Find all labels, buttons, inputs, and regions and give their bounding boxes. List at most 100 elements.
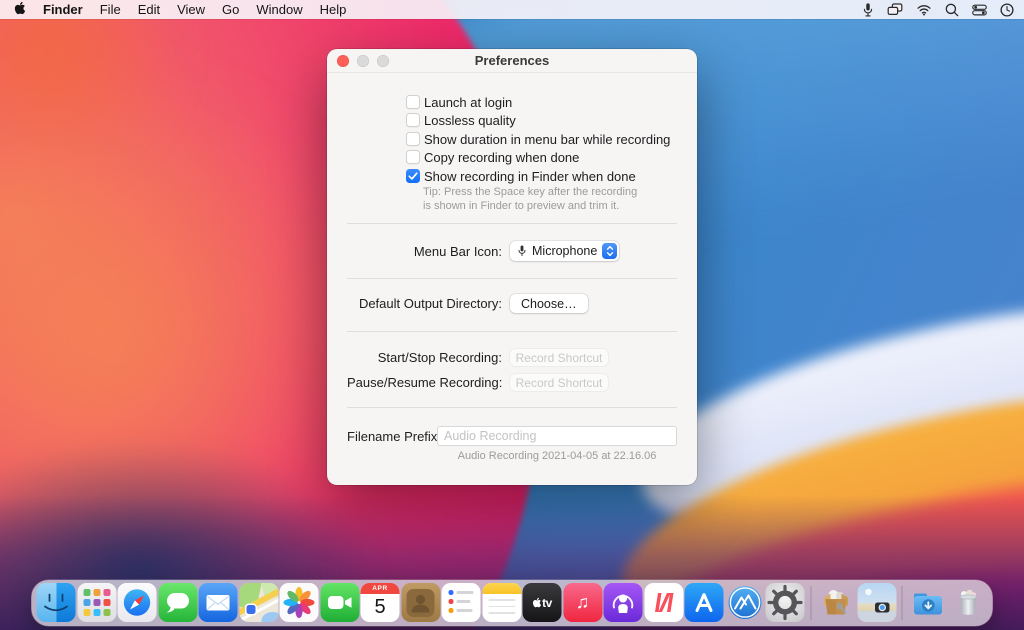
checkbox-label: Launch at login xyxy=(424,94,513,110)
motorway-shield xyxy=(246,605,255,614)
dock-item-downloads-folder[interactable] xyxy=(908,583,947,622)
dock-item-notes[interactable] xyxy=(482,583,521,622)
podcasts-person-icon xyxy=(612,594,634,613)
checkbox-checked[interactable] xyxy=(406,169,420,183)
record-shortcut-button: Record Shortcut xyxy=(510,374,608,391)
dock-item-tv[interactable]: tv xyxy=(522,583,562,622)
calendar-day: 5 xyxy=(374,596,386,618)
separator xyxy=(347,331,677,332)
menu-bar-icon-row: Menu Bar Icon: Microphone xyxy=(347,241,677,261)
menu-bar-icon-popup[interactable]: Microphone xyxy=(510,241,620,261)
menu-item-edit[interactable]: Edit xyxy=(138,2,160,17)
menu-item-view[interactable]: View xyxy=(177,2,205,17)
dock-item-calendar[interactable]: APR 5 xyxy=(360,583,400,622)
dock-item-mail[interactable] xyxy=(198,583,238,622)
notes-header xyxy=(482,583,521,594)
flower-icon xyxy=(283,587,315,618)
filename-prefix-label: Filename Prefix: xyxy=(347,428,441,444)
control-center-icon[interactable] xyxy=(972,4,987,16)
dock-item-maps[interactable] xyxy=(239,583,278,622)
checkbox-row-lossless-quality[interactable]: Lossless quality xyxy=(406,112,516,128)
choose-button[interactable]: Choose… xyxy=(510,294,588,313)
wifi-icon[interactable] xyxy=(916,3,932,16)
pause-resume-shortcut-row: Pause/Resume Recording: Record Shortcut xyxy=(347,374,677,391)
checkbox-unchecked[interactable] xyxy=(406,132,420,146)
apple-logo-icon xyxy=(532,597,541,608)
popup-chevrons-icon xyxy=(602,243,618,259)
dock-item-launchpad[interactable] xyxy=(77,583,116,622)
trash-can-icon xyxy=(959,589,977,615)
microphone-icon[interactable] xyxy=(862,2,874,18)
window-titlebar[interactable]: Preferences xyxy=(327,49,697,73)
music-note-icon: ♫ xyxy=(575,592,590,612)
start-stop-label: Start/Stop Recording: xyxy=(377,350,502,365)
pause-resume-label: Pause/Resume Recording: xyxy=(347,375,503,390)
start-stop-shortcut-row: Start/Stop Recording: Record Shortcut xyxy=(347,349,677,366)
video-camera-icon xyxy=(327,596,351,609)
menu-item-help[interactable]: Help xyxy=(320,2,347,17)
menu-bar-status-area xyxy=(862,2,1024,18)
spotlight-search-icon[interactable] xyxy=(945,3,959,17)
dock-item-photos[interactable] xyxy=(279,583,319,622)
dock-item-reminders[interactable] xyxy=(441,583,481,622)
checkbox-unchecked[interactable] xyxy=(406,95,420,109)
dock-item-news[interactable] xyxy=(644,583,683,622)
menu-item-go[interactable]: Go xyxy=(222,2,239,17)
dock-item-trash[interactable] xyxy=(949,583,988,622)
zoom-button xyxy=(377,55,389,67)
checkbox-row-copy-recording[interactable]: Copy recording when done xyxy=(406,149,579,165)
apple-logo-icon[interactable] xyxy=(14,1,26,18)
dock-item-music[interactable]: ♫ xyxy=(563,583,602,622)
dock-item-finder[interactable] xyxy=(36,583,76,622)
window-controls xyxy=(337,55,389,67)
filename-prefix-row: Filename Prefix: xyxy=(347,426,677,446)
output-directory-row: Default Output Directory: Choose… xyxy=(347,294,677,313)
menu-bar-left: Finder File Edit View Go Window Help xyxy=(0,1,346,18)
dock-item-safari[interactable] xyxy=(117,583,157,622)
output-directory-label: Default Output Directory: xyxy=(358,296,502,311)
filename-prefix-input[interactable] xyxy=(437,426,677,446)
menu-item-file[interactable]: File xyxy=(100,2,121,17)
dock-item-system-preferences[interactable] xyxy=(765,583,805,622)
filename-preview: Audio Recording 2021-04-05 at 22.16.06 xyxy=(457,450,657,462)
checkbox-row-show-in-finder[interactable]: Show recording in Finder when done xyxy=(406,168,636,184)
dock-item-mountain-app[interactable] xyxy=(725,583,764,622)
menu-item-finder[interactable]: Finder xyxy=(43,2,83,17)
checkbox-label: Show duration in menu bar while recordin… xyxy=(424,131,671,147)
dock-item-contacts[interactable] xyxy=(401,583,440,622)
close-button[interactable] xyxy=(337,55,349,67)
dock-item-archive-box-app[interactable] xyxy=(817,583,856,622)
gear-icon xyxy=(767,584,803,621)
checkbox-label: Show recording in Finder when done xyxy=(424,168,636,184)
separator xyxy=(347,223,677,224)
separator xyxy=(347,407,677,408)
checkbox-row-launch-at-login[interactable]: Launch at login xyxy=(406,94,512,110)
news-n-icon xyxy=(654,593,673,612)
record-shortcut-button: Record Shortcut xyxy=(510,349,608,366)
dock: APR 5 tv ♫ xyxy=(31,580,993,626)
envelope-icon xyxy=(206,595,230,611)
tv-label: tv xyxy=(542,595,552,610)
app-store-a-icon xyxy=(695,593,713,612)
menu-item-window[interactable]: Window xyxy=(256,2,302,17)
tip-line-1: Tip: Press the Space key after the recor… xyxy=(423,186,638,198)
dock-item-messages[interactable] xyxy=(158,583,197,622)
clock-icon[interactable] xyxy=(1000,2,1014,17)
downloads-folder-icon xyxy=(913,593,942,615)
menu-bar: Finder File Edit View Go Window Help xyxy=(0,0,1024,19)
dock-item-podcasts[interactable] xyxy=(603,583,643,622)
menu-bar-icon-label: Menu Bar Icon: xyxy=(413,243,502,259)
tip-text: Tip: Press the Space key after the recor… xyxy=(423,185,637,213)
dock-item-screenshot-app[interactable] xyxy=(857,583,896,622)
checkbox-unchecked[interactable] xyxy=(406,113,420,127)
calendar-month: APR xyxy=(360,583,400,594)
contact-card xyxy=(406,588,435,617)
screen-mirroring-icon[interactable] xyxy=(887,3,903,16)
microphone-icon xyxy=(518,245,526,257)
dock-item-facetime[interactable] xyxy=(320,583,359,622)
popup-value: Microphone xyxy=(532,244,598,258)
checkbox-label: Lossless quality xyxy=(424,112,516,128)
checkbox-unchecked[interactable] xyxy=(406,150,420,164)
dock-item-app-store[interactable] xyxy=(684,583,724,622)
checkbox-row-show-duration[interactable]: Show duration in menu bar while recordin… xyxy=(406,131,670,147)
